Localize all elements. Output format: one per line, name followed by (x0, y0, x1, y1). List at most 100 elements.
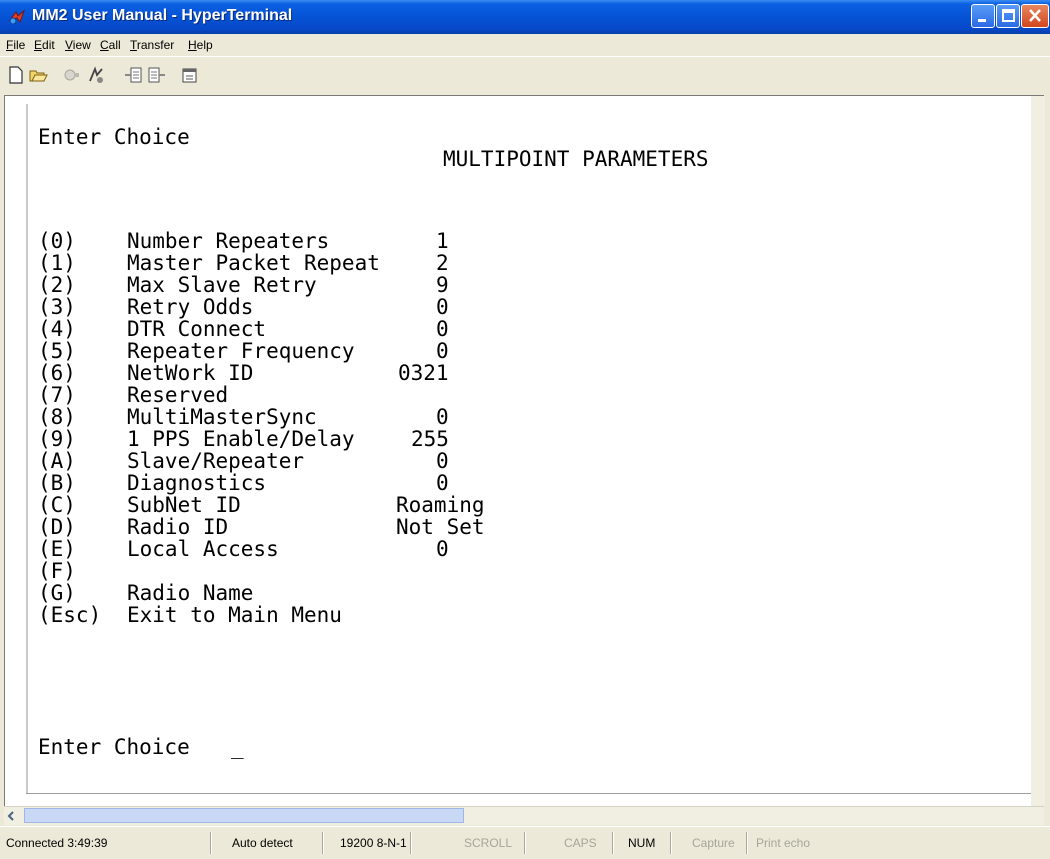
param-key: (D) (38, 515, 76, 539)
status-divider (410, 832, 412, 854)
param-key: (5) (38, 339, 76, 363)
param-key: (2) (38, 273, 76, 297)
param-key: (G) (38, 581, 76, 605)
param-value: 0 (436, 537, 449, 561)
menu-file[interactable]: File (6, 38, 25, 52)
menu-call[interactable]: Call (100, 38, 121, 52)
menu-edit[interactable]: Edit (34, 38, 55, 52)
status-port: 19200 8-N-1 (340, 836, 407, 850)
status-print-echo: Print echo (756, 836, 811, 850)
menu-transfer[interactable]: Transfer (130, 38, 174, 52)
status-num: NUM (628, 836, 656, 850)
param-key: (4) (38, 317, 76, 341)
param-value: 1 (436, 229, 449, 253)
param-label: Radio Name (127, 581, 254, 605)
param-label: Master Packet Repeat (127, 251, 380, 275)
param-key: (0) (38, 229, 76, 253)
maximize-button[interactable] (996, 4, 1020, 28)
minimize-button[interactable] (971, 4, 995, 28)
scroll-left-arrow-icon[interactable] (6, 810, 16, 822)
choice-prompt: Enter Choice (38, 735, 190, 759)
receive-icon[interactable] (146, 65, 166, 85)
hyperterminal-window: MM2 User Manual - HyperTerminal File Edi… (0, 0, 1050, 859)
exit-key: (Esc) (38, 603, 102, 627)
param-label: Retry Odds (127, 295, 254, 319)
param-value: 0 (436, 471, 449, 495)
horizontal-scrollbar[interactable] (4, 806, 1044, 825)
terminal-margin-line (26, 104, 28, 794)
properties-icon[interactable] (180, 65, 200, 85)
disconnect-icon[interactable] (86, 65, 106, 85)
menu-help[interactable]: Help (188, 38, 213, 52)
horizontal-scroll-thumb[interactable] (24, 808, 464, 823)
toolbar (0, 56, 1050, 95)
param-key: (7) (38, 383, 76, 407)
param-key: (1) (38, 251, 76, 275)
status-connected: Connected 3:49:39 (6, 836, 108, 850)
connect-icon[interactable] (62, 65, 82, 85)
status-divider (670, 832, 672, 854)
param-value: 0 (436, 317, 449, 341)
param-key: (A) (38, 449, 76, 473)
param-value: 0 (436, 405, 449, 429)
status-caps: CAPS (564, 836, 597, 850)
param-label: MultiMasterSync (127, 405, 317, 429)
param-value: 9 (436, 273, 449, 297)
text-cursor: _ (231, 735, 244, 759)
title-bar[interactable]: MM2 User Manual - HyperTerminal (0, 0, 1050, 34)
open-icon[interactable] (28, 65, 48, 85)
param-key: (C) (38, 493, 76, 517)
param-label: Reserved (127, 383, 229, 407)
param-key: (B) (38, 471, 76, 495)
param-value: 0321 (398, 361, 449, 385)
param-label: SubNet ID (127, 493, 241, 517)
param-value: 0 (436, 449, 449, 473)
status-bar: Connected 3:49:39 Auto detect 19200 8-N-… (0, 826, 1050, 859)
param-key: (E) (38, 537, 76, 561)
status-scroll: SCROLL (464, 836, 513, 850)
param-label: Slave/Repeater (127, 449, 305, 473)
minimize-icon (978, 19, 986, 22)
menu-file-rest: ile (13, 38, 26, 52)
param-label: 1 PPS Enable/Delay (127, 427, 355, 451)
status-capture: Capture (692, 836, 735, 850)
status-detect: Auto detect (232, 836, 293, 850)
header-prompt: Enter Choice (38, 125, 190, 149)
param-value: 255 (411, 427, 449, 451)
status-divider (612, 832, 614, 854)
param-label: Local Access (127, 537, 279, 561)
menu-bar: File Edit View Call Transfer Help (0, 34, 1050, 56)
param-value: Roaming (396, 493, 485, 517)
new-icon[interactable] (6, 65, 26, 85)
param-key: (8) (38, 405, 76, 429)
maximize-icon (1002, 9, 1015, 22)
param-key: (3) (38, 295, 76, 319)
status-divider (746, 832, 748, 854)
param-label: Diagnostics (127, 471, 267, 495)
exit-label: Exit to Main Menu (127, 603, 342, 627)
param-value: 0 (436, 295, 449, 319)
param-key: (9) (38, 427, 76, 451)
param-value: 0 (436, 339, 449, 363)
param-label: Number Repeaters (127, 229, 330, 253)
terminal-bottom-line (26, 793, 1036, 794)
hyperterminal-app-icon (8, 9, 26, 25)
param-key: (F) (38, 559, 76, 583)
param-label: DTR Connect (127, 317, 267, 341)
terminal-title: MULTIPOINT PARAMETERS (443, 147, 709, 171)
status-divider (524, 832, 526, 854)
param-label: Repeater Frequency (127, 339, 355, 363)
menu-view[interactable]: View (65, 38, 91, 52)
param-value: 2 (436, 251, 449, 275)
close-icon (1029, 9, 1041, 22)
param-label: Radio ID (127, 515, 229, 539)
vertical-scrollbar[interactable] (1031, 96, 1045, 806)
param-label: NetWork ID (127, 361, 254, 385)
send-icon[interactable] (124, 65, 144, 85)
close-button[interactable] (1021, 4, 1049, 28)
param-value: Not Set (396, 515, 485, 539)
window-title: MM2 User Manual - HyperTerminal (32, 7, 293, 24)
status-divider (210, 832, 212, 854)
param-label: Max Slave Retry (127, 273, 317, 297)
param-key: (6) (38, 361, 76, 385)
